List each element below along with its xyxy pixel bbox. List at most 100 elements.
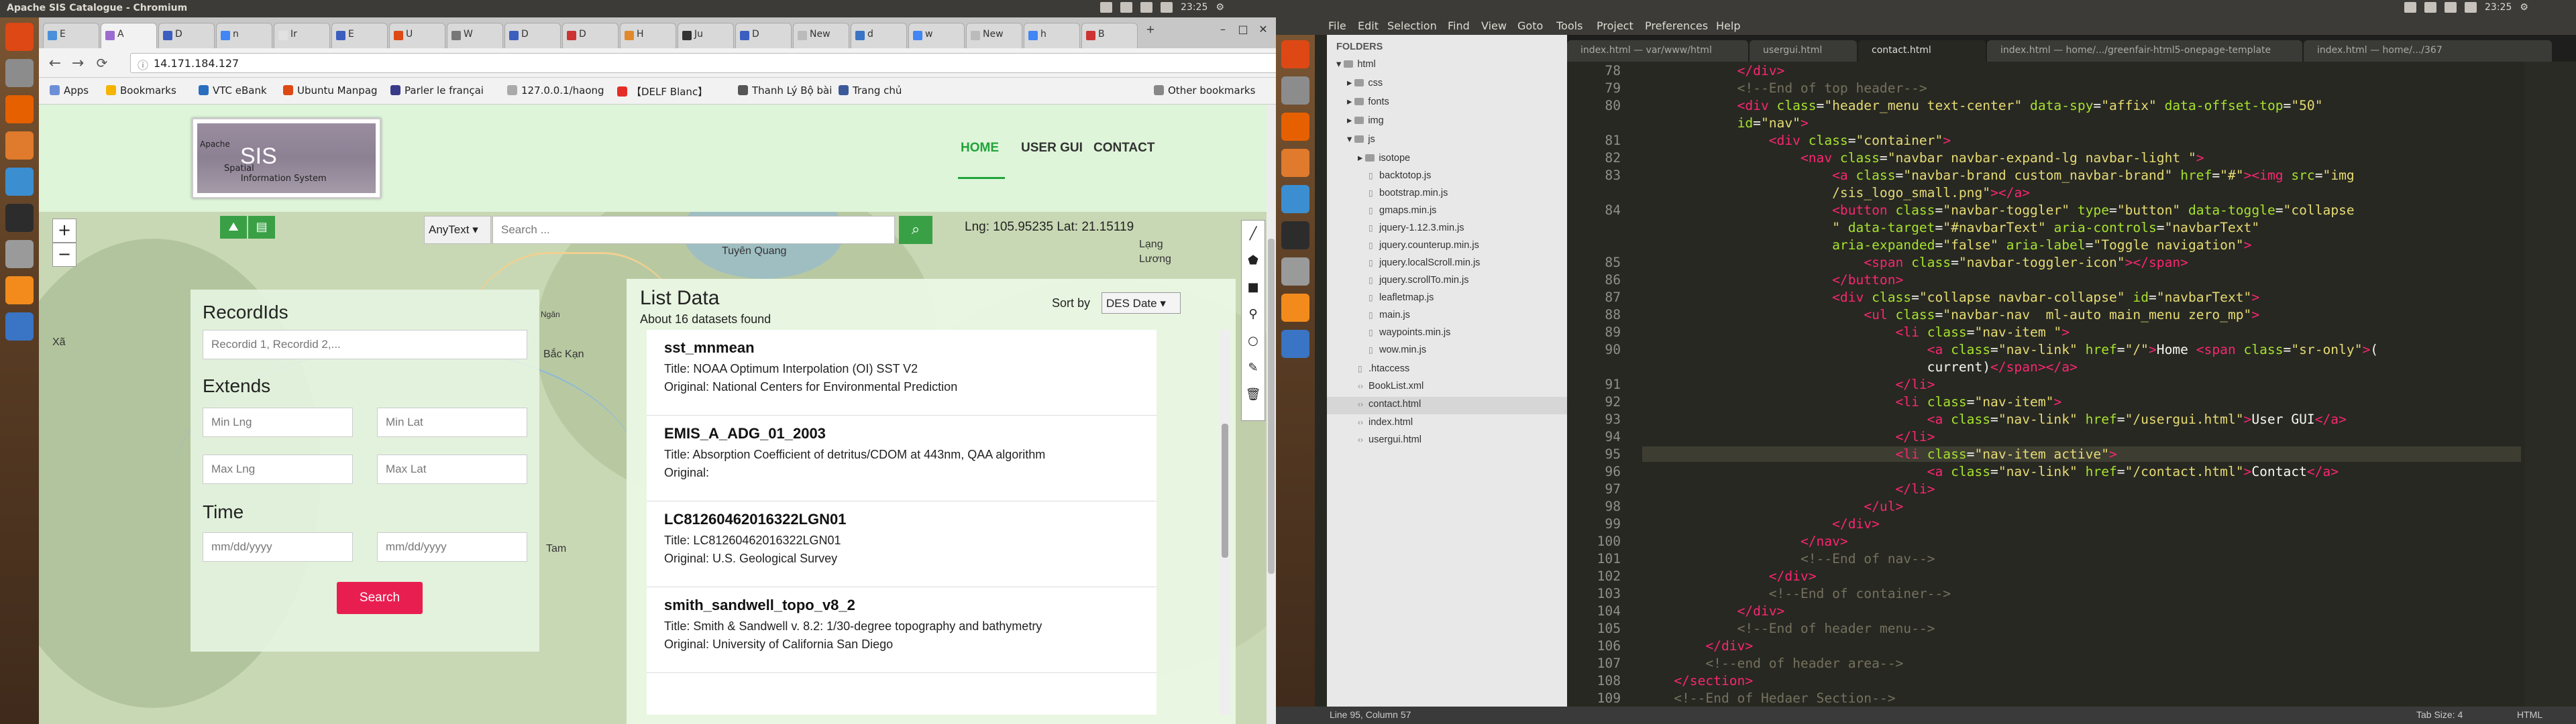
tree-file-selected[interactable]: ‹› contact.html (1327, 397, 1567, 414)
page-scrollbar[interactable] (1267, 105, 1276, 724)
nav-home[interactable]: HOME (961, 141, 999, 156)
tree-folder[interactable]: ▾ js (1347, 134, 1375, 145)
menu-help[interactable]: Help (1716, 19, 1740, 32)
bookmark-folder[interactable]: Bookmarks (106, 84, 176, 97)
browser-tab[interactable]: New (793, 23, 849, 48)
menu-edit[interactable]: Edit (1358, 19, 1379, 32)
list-item[interactable]: sst_mnmean Title: NOAA Optimum Interpola… (647, 330, 1157, 416)
bookmark-delf[interactable]: 【DELF Blanc】 (617, 84, 708, 99)
tree-folder[interactable]: ▸ isotope (1358, 153, 1410, 164)
list-toggle-button[interactable]: ▤ (248, 216, 275, 239)
tab-size[interactable]: Tab Size: 4 (2416, 709, 2463, 720)
clock-right[interactable]: 23:25 (2485, 2, 2512, 13)
tree-file[interactable]: ▯ jquery-1.12.3.min.js (1368, 223, 1464, 233)
network-icon[interactable] (1100, 2, 1112, 13)
sublime-text-icon[interactable] (1281, 294, 1309, 322)
tree-file[interactable]: ▯ bootstrap.min.js (1368, 188, 1448, 198)
browser-tab[interactable]: E (331, 23, 388, 48)
ubuntu-dash-icon[interactable] (5, 23, 34, 51)
bookmark-localhost[interactable]: 127.0.0.1/haong (507, 84, 604, 97)
settings-gear-icon[interactable]: ⚙ (1216, 2, 1224, 13)
maximize-button[interactable]: □ (1234, 23, 1252, 38)
sort-select[interactable]: DES Date ▾ (1102, 292, 1181, 314)
bluetooth-icon[interactable] (1140, 2, 1152, 13)
zoom-out-button[interactable]: − (52, 243, 76, 267)
firefox-icon[interactable] (1281, 113, 1309, 141)
volume-icon[interactable] (1161, 2, 1173, 13)
browser-tab[interactable]: n (216, 23, 272, 48)
menu-find[interactable]: Find (1448, 19, 1470, 32)
other-bookmarks[interactable]: Other bookmarks (1154, 84, 1255, 97)
browser-tab[interactable]: D (735, 23, 792, 48)
tree-file[interactable]: ▯ waypoints.min.js (1368, 327, 1450, 338)
draw-polyline-icon[interactable]: ╱ (1242, 221, 1265, 247)
bookmark-thanhly[interactable]: Thanh Lý Bộ bài (738, 84, 832, 97)
tree-folder[interactable]: ▸ css (1347, 78, 1383, 88)
search-icon[interactable]: ⌕ (899, 216, 932, 244)
editor-tab[interactable]: usergui.html (1750, 40, 1857, 62)
max-lng-input[interactable]: Max Lng (203, 455, 353, 484)
list-scrollbar[interactable] (1220, 330, 1230, 715)
draw-rectangle-icon[interactable]: ■ (1242, 274, 1265, 301)
max-lat-input[interactable]: Max Lat (377, 455, 527, 484)
editor-tab[interactable]: index.html — var/www/html (1567, 40, 1748, 62)
search-type-select[interactable]: AnyText ▾ (424, 216, 491, 244)
terminal-icon[interactable] (5, 204, 34, 232)
date-from-input[interactable]: mm/dd/yyyy (203, 532, 353, 562)
browser-tab[interactable]: D (504, 23, 561, 48)
tree-file[interactable]: ‹› index.html (1358, 417, 1413, 428)
browser-tab[interactable]: d (851, 23, 907, 48)
zoom-in-button[interactable]: + (52, 219, 76, 243)
edit-layers-icon[interactable]: ✎ (1242, 355, 1265, 381)
tree-folder[interactable]: ▸ fonts (1347, 97, 1389, 107)
info-icon[interactable]: ⓘ (138, 56, 148, 72)
text-editor-icon[interactable] (5, 240, 34, 268)
draw-polygon-icon[interactable]: ⬟ (1242, 247, 1265, 274)
map-area[interactable]: Tuyên Quang Bắc Kạn Xã Lạng Lương Tam Ng… (39, 212, 1276, 724)
browser-tab[interactable]: D (562, 23, 619, 48)
browser-tab[interactable]: h (1024, 23, 1080, 48)
min-lat-input[interactable]: Min Lat (377, 408, 527, 437)
nav-contact[interactable]: CONTACT (1093, 141, 1155, 156)
volume-icon[interactable] (2465, 2, 2477, 13)
search-input[interactable]: Search ... (492, 216, 895, 244)
menu-preferences[interactable]: Preferences (1645, 19, 1708, 32)
menu-file[interactable]: File (1328, 19, 1346, 32)
settings-gear-icon[interactable]: ⚙ (2520, 2, 2528, 13)
browser-tab[interactable]: Ju (678, 23, 734, 48)
url-bar[interactable]: ⓘ 14.171.184.127 ☆ (130, 53, 1297, 73)
browser-tab[interactable]: Ir (274, 23, 330, 48)
forward-button[interactable]: → (68, 55, 87, 72)
files-icon[interactable] (1281, 76, 1309, 105)
software-center-icon[interactable] (1281, 149, 1309, 177)
clock-left[interactable]: 23:25 (1181, 2, 1208, 13)
tree-file[interactable]: ‹› usergui.html (1358, 434, 1421, 445)
sis-logo[interactable]: Apache SIS Spatial Information System (192, 118, 381, 198)
network-icon[interactable] (2404, 2, 2416, 13)
editor-tab-active[interactable]: contact.html (1858, 40, 1986, 62)
search-button[interactable]: Search (337, 582, 423, 614)
delete-layers-icon[interactable]: 🗑 (1242, 381, 1265, 408)
menu-project[interactable]: Project (1597, 19, 1633, 32)
minimize-button[interactable]: – (1214, 23, 1232, 38)
menu-selection[interactable]: Selection (1387, 19, 1437, 32)
browser-tab[interactable]: D (158, 23, 215, 48)
bluetooth-icon[interactable] (2445, 2, 2457, 13)
menu-tools[interactable]: Tools (1556, 19, 1582, 32)
keyboard-icon[interactable] (1120, 2, 1132, 13)
new-tab-button[interactable]: + (1142, 23, 1159, 38)
sublime-text-icon[interactable] (5, 276, 34, 304)
text-editor-icon[interactable] (1281, 257, 1309, 286)
chromium-icon[interactable] (1281, 185, 1309, 213)
tree-file[interactable]: ▯ leafletmap.js (1368, 292, 1434, 303)
reload-button[interactable]: ⟳ (93, 55, 111, 71)
code-editor[interactable]: 78 79 80 81 82 83 84 85 86 87 88 89 90 9… (1567, 62, 2576, 707)
keyboard-icon[interactable] (2424, 2, 2436, 13)
chromium-icon[interactable] (5, 168, 34, 196)
list-item[interactable]: EMIS_A_ADG_01_2003 Title: Absorption Coe… (647, 416, 1157, 501)
browser-tab[interactable]: U (389, 23, 445, 48)
tree-folder[interactable]: ▸ img (1347, 115, 1384, 126)
layers-button[interactable]: ⛰ (220, 216, 247, 239)
tree-file[interactable]: ▯ backtotop.js (1368, 170, 1431, 181)
browser-tab[interactable]: W (447, 23, 503, 48)
